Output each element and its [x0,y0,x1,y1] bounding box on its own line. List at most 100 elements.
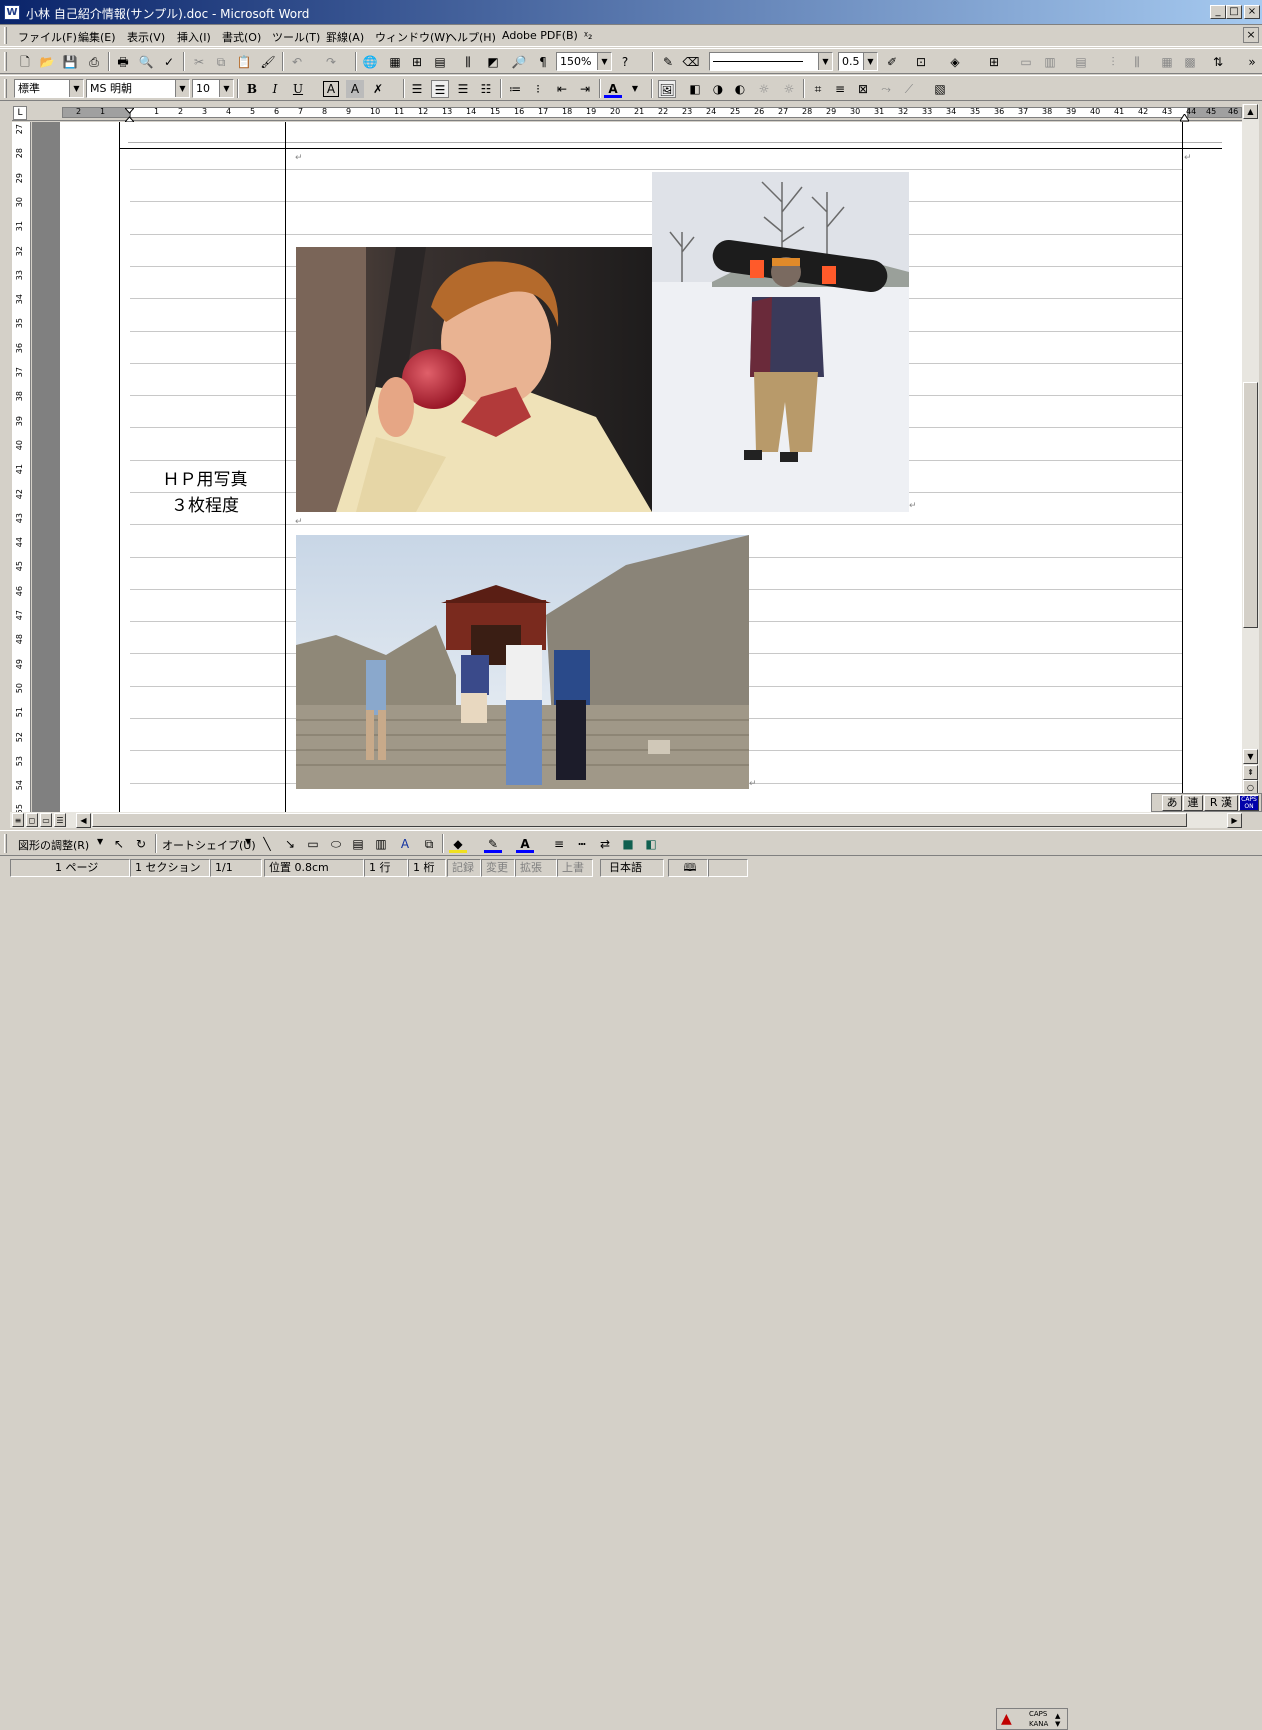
status-ext[interactable]: 拡張 [515,859,557,877]
fill-color-icon[interactable]: ◆ [449,835,467,853]
dash-style-icon[interactable]: ┅ [573,835,591,853]
toolbar-options-icon[interactable]: » [1243,53,1261,71]
scroll-down-button[interactable]: ▼ [1243,749,1258,764]
caps-kana-panel[interactable]: ▲ CAPS KANA ▲ ▼ [996,1708,1068,1730]
select-objects-icon[interactable]: ↖ [110,835,128,853]
outside-border-icon[interactable]: ⊡ [912,53,930,71]
maximize-button[interactable]: □ [1226,5,1242,19]
format-painter-icon[interactable]: 🖌 [259,53,277,71]
menu-insert[interactable]: 挿入(I) [177,29,211,45]
menu-subscript[interactable]: ᵡ₂ [584,29,592,42]
menu-view[interactable]: 表示(V) [127,29,165,45]
autofit-icon[interactable]: ▦ [1158,53,1176,71]
outline-view-button[interactable]: ☰ [54,813,66,827]
pen-icon[interactable]: ✎ [659,53,677,71]
shading-color-icon[interactable]: ◈ [946,53,964,71]
less-brightness-icon[interactable]: ☼ [780,80,798,98]
line-style-icon[interactable]: ≡ [831,80,849,98]
line-color-icon[interactable]: ✎ [484,835,502,853]
text-box-icon[interactable]: ▤ [349,835,367,853]
table-autoformat-icon[interactable]: ▩ [1181,53,1199,71]
vertical-scroll-thumb[interactable] [1243,382,1258,628]
decrease-indent-icon[interactable]: ⇤ [553,80,571,98]
align-center-icon[interactable]: ☰ [431,80,449,98]
zoom-combo[interactable]: 150% ▼ [556,52,612,71]
copy-icon[interactable]: ⧉ [212,53,230,71]
apple-photo[interactable] [296,247,652,512]
paste-icon[interactable]: 📋 [235,53,253,71]
web-view-button[interactable]: ◻ [26,813,38,827]
font-color-button[interactable]: A [604,80,622,98]
line-style-combo[interactable]: ▼ [709,52,833,71]
eraser-icon[interactable]: ⌫ [682,53,700,71]
increase-indent-icon[interactable]: ⇥ [576,80,594,98]
toolbar-gripper-2[interactable] [4,79,7,98]
menu-format[interactable]: 書式(O) [222,29,261,45]
save-icon[interactable]: 💾 [61,53,79,71]
set-transparent-icon[interactable]: ⟋ [900,80,918,98]
arrow-icon[interactable]: ↘ [281,835,299,853]
horizontal-scroll-thumb[interactable] [92,813,1187,827]
toolbar-gripper[interactable] [4,52,7,71]
border-color-icon[interactable]: ✐ [883,53,901,71]
free-rotate-icon[interactable]: ↻ [132,835,150,853]
scroll-up-button[interactable]: ▲ [1243,104,1258,119]
draw-font-color-icon[interactable]: A [516,835,534,853]
3d-icon[interactable]: ◧ [642,835,660,853]
line-weight-combo[interactable]: 0.5 ▼ [838,52,878,71]
reset-picture-icon[interactable]: ▧ [931,80,949,98]
clip-art-icon[interactable]: ⧉ [420,835,438,853]
draw-adjust-menu[interactable]: 図形の調整(R) [18,837,89,853]
columns-icon[interactable]: ⫼ [459,53,477,71]
rectangle-icon[interactable]: ▭ [304,835,322,853]
close-button[interactable]: × [1244,5,1260,19]
cut-icon[interactable]: ✂ [190,53,208,71]
image-color-icon[interactable]: ◧ [686,80,704,98]
line-icon[interactable]: ╲ [258,835,276,853]
insert-picture-icon[interactable]: 🖼 [658,80,676,98]
char-border-icon[interactable]: A [323,81,339,97]
char-shading-icon[interactable]: A [346,80,364,98]
arrow-style-icon[interactable]: ⇄ [596,835,614,853]
font-color-dropdown-icon[interactable]: ▼ [626,80,644,98]
caps-kana-arrow[interactable]: ▲ ▼ [1055,1712,1060,1728]
shadow-icon[interactable]: ■ [619,835,637,853]
hyperlink-icon[interactable]: 🌐 [361,53,379,71]
text-wrap-icon[interactable]: ⤳ [877,80,895,98]
minimize-button[interactable]: _ [1210,5,1226,19]
line-style-draw-icon[interactable]: ≡ [550,835,568,853]
bullets-icon[interactable]: ⁝ [529,80,547,98]
status-ovr[interactable]: 上書 [557,859,593,877]
distribute-rows-icon[interactable]: ⫶ [1104,53,1122,71]
help-icon[interactable]: ? [616,53,634,71]
word-app-icon[interactable]: W [4,5,20,20]
vertical-ruler[interactable]: 27 28 29 30 31 32 33 34 35 36 37 38 39 40 41 42 43 44 45 46… [12,122,31,815]
distributed-icon[interactable]: ☷ [477,80,495,98]
undo-icon[interactable]: ↶ [288,53,306,71]
ime-pad-icon[interactable]: ▲ [1001,1711,1012,1727]
ime-gripper[interactable] [1154,795,1160,811]
ime-mode-button[interactable]: あ [1162,795,1182,811]
tab-selector[interactable]: L [13,106,27,120]
more-brightness-icon[interactable]: ☼ [755,80,773,98]
autoshape-arrow[interactable]: ▼ [245,837,251,846]
font-combo[interactable]: MS 明朝 ▼ [86,79,190,98]
italic-button[interactable]: I [266,80,284,98]
new-document-icon[interactable]: 🗋 [16,53,34,71]
show-hide-icon[interactable]: ¶ [534,53,552,71]
normal-view-button[interactable]: ≡ [12,813,24,827]
menu-adobe-pdf[interactable]: Adobe PDF(B) [502,29,578,42]
print-icon[interactable]: 🖶 [114,53,132,71]
align-left-icon[interactable]: ☰ [408,80,426,98]
ime-dictionary-button[interactable]: R 漢 [1204,795,1238,811]
numbering-icon[interactable]: ≔ [506,80,524,98]
insert-table-icon[interactable]: ⊞ [408,53,426,71]
menu-tools[interactable]: ツール(T) [272,29,320,45]
print-view-button[interactable]: ▭ [40,813,52,827]
castle-photo[interactable] [296,535,749,789]
bold-button[interactable]: B [243,80,261,98]
wordart-icon[interactable]: A [396,835,414,853]
scroll-left-button[interactable]: ◀ [76,813,91,828]
sort-icon[interactable]: ⇅ [1209,53,1227,71]
print-preview-icon[interactable]: 🔍 [137,53,155,71]
